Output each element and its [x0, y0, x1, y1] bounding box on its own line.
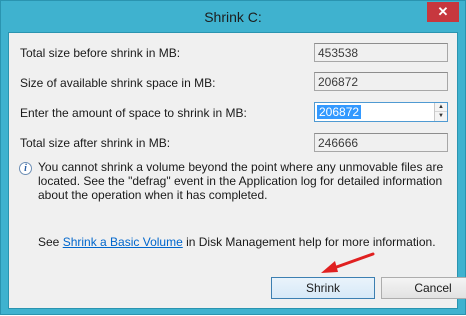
shrink-dialog: Shrink C: ✕ Total size before shrink in …	[0, 0, 466, 315]
annotation-arrow-icon	[321, 252, 375, 273]
